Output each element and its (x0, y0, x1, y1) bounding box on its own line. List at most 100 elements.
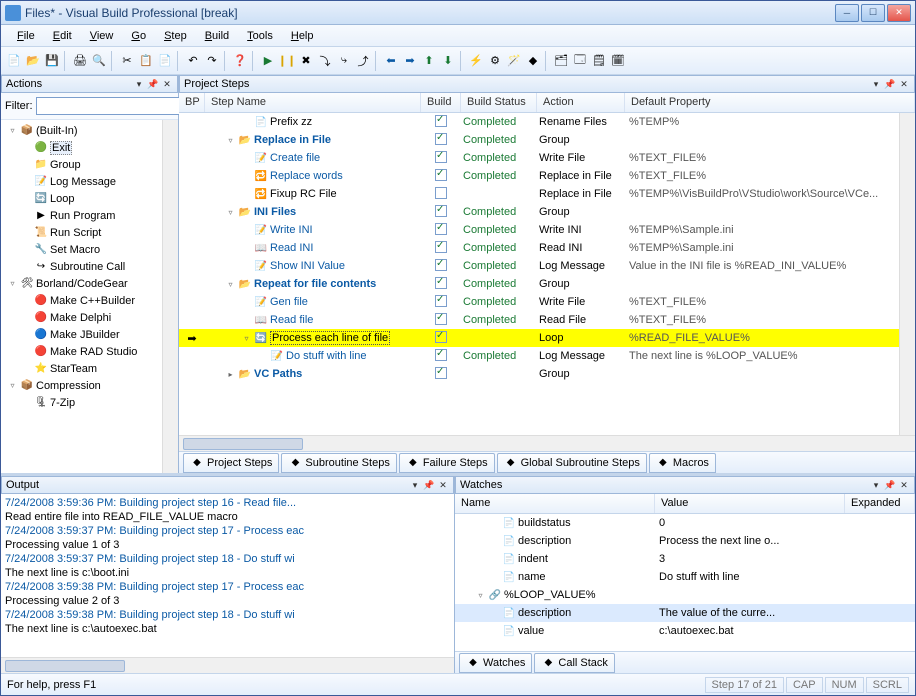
menu-edit[interactable]: Edit (45, 28, 80, 44)
watch-row[interactable]: 📄indent3 (455, 550, 915, 568)
panel1-icon[interactable]: 🗂 (552, 52, 570, 70)
panel-dropdown-icon[interactable]: ▾ (870, 479, 882, 491)
steps-scrollbar[interactable] (899, 113, 915, 435)
nav-fwd-icon[interactable]: ➡ (401, 52, 419, 70)
play-icon[interactable]: ▶ (259, 52, 277, 70)
menu-view[interactable]: View (82, 28, 122, 44)
step-row[interactable]: ▿📂Replace in FileCompletedGroup (179, 131, 899, 149)
diamond-icon[interactable]: ◆ (524, 52, 542, 70)
panel-close-icon[interactable]: ✕ (437, 479, 449, 491)
nav-down-icon[interactable]: ⬇ (439, 52, 457, 70)
watch-row[interactable]: ▿🔗%LOOP_VALUE% (455, 586, 915, 604)
step-row[interactable]: 📝Write INICompletedWrite INI%TEMP%\Sampl… (179, 221, 899, 239)
col-action[interactable]: Action (537, 93, 625, 112)
tree-node[interactable]: 🗜7-Zip (3, 394, 160, 411)
step-row[interactable]: ➡▿🔄Process each line of fileLoop%READ_FI… (179, 329, 899, 347)
col-wname[interactable]: Name (455, 494, 655, 513)
step-out-icon[interactable]: ⤴ (354, 52, 372, 70)
output-hscroll[interactable] (1, 657, 454, 673)
panel-close-icon[interactable]: ✕ (898, 78, 910, 90)
tree-node[interactable]: ↪Subroutine Call (3, 258, 160, 275)
panel-close-icon[interactable]: ✕ (898, 479, 910, 491)
panel-dropdown-icon[interactable]: ▾ (870, 78, 882, 90)
bolt-icon[interactable]: ⚡ (467, 52, 485, 70)
tree-node[interactable]: 🔴Make Delphi (3, 309, 160, 326)
step-row[interactable]: 📝Do stuff with lineCompletedLog MessageT… (179, 347, 899, 365)
col-status[interactable]: Build Status (461, 93, 537, 112)
nav-back-icon[interactable]: ⬅ (382, 52, 400, 70)
step-row[interactable]: 📝Gen fileCompletedWrite File%TEXT_FILE% (179, 293, 899, 311)
tree-node[interactable]: 🔴Make RAD Studio (3, 343, 160, 360)
watch-row[interactable]: 📄descriptionProcess the next line o... (455, 532, 915, 550)
redo-icon[interactable]: ↷ (203, 52, 221, 70)
tree-node[interactable]: ▿📦Compression (3, 377, 160, 394)
watch-row[interactable]: 📄buildstatus0 (455, 514, 915, 532)
step-row[interactable]: ▸📂VC PathsGroup (179, 365, 899, 383)
tab-watches[interactable]: ◆Watches (459, 653, 532, 673)
watch-row[interactable]: 📄descriptionThe value of the curre... (455, 604, 915, 622)
tree-node[interactable]: 📁Group (3, 156, 160, 173)
tree-node[interactable]: ▶Run Program (3, 207, 160, 224)
step-row[interactable]: ▿📂INI FilesCompletedGroup (179, 203, 899, 221)
new-icon[interactable]: 📄 (5, 52, 23, 70)
step-row[interactable]: 📖Read fileCompletedRead File%TEXT_FILE% (179, 311, 899, 329)
pause-icon[interactable]: ❙❙ (278, 52, 296, 70)
step-row[interactable]: 🔁Fixup RC FileReplace in File%TEMP%\VisB… (179, 185, 899, 203)
step-row[interactable]: 📖Read INICompletedRead INI%TEMP%\Sample.… (179, 239, 899, 257)
tab-call-stack[interactable]: ◆Call Stack (534, 653, 615, 673)
panel-pin-icon[interactable]: 📌 (884, 78, 896, 90)
close-button[interactable]: ✕ (887, 4, 911, 22)
watches-body[interactable]: 📄buildstatus0📄descriptionProcess the nex… (455, 514, 915, 651)
tree-node[interactable]: 🟢Exit (3, 139, 160, 156)
paste-icon[interactable]: 📄 (156, 52, 174, 70)
help-icon[interactable]: ❓ (231, 52, 249, 70)
menu-step[interactable]: Step (156, 28, 195, 44)
tab-macros[interactable]: ◆Macros (649, 453, 716, 473)
step-into-icon[interactable]: ⤷ (335, 52, 353, 70)
copy-icon[interactable]: 📋 (137, 52, 155, 70)
step-row[interactable]: 📝Show INI ValueCompletedLog MessageValue… (179, 257, 899, 275)
step-over-icon[interactable]: ⤵ (316, 52, 334, 70)
menu-file[interactable]: File (9, 28, 43, 44)
panel-dropdown-icon[interactable]: ▾ (409, 479, 421, 491)
tree-node[interactable]: ▿🛠Borland/CodeGear (3, 275, 160, 292)
tree-node[interactable]: 🔧Set Macro (3, 241, 160, 258)
step-row[interactable]: ▿📂Repeat for file contentsCompletedGroup (179, 275, 899, 293)
cut-icon[interactable]: ✂ (118, 52, 136, 70)
step-row[interactable]: 📝Create fileCompletedWrite File%TEXT_FIL… (179, 149, 899, 167)
col-wexp[interactable]: Expanded (845, 494, 915, 513)
menu-build[interactable]: Build (197, 28, 237, 44)
col-build[interactable]: Build (421, 93, 461, 112)
menu-help[interactable]: Help (283, 28, 322, 44)
panel-pin-icon[interactable]: 📌 (147, 78, 159, 90)
actions-tree[interactable]: ▿📦(Built-In)🟢Exit📁Group📝Log Message🔄Loop… (1, 120, 162, 473)
step-row[interactable]: 📄Prefix zzCompletedRename Files%TEMP% (179, 113, 899, 131)
panel-close-icon[interactable]: ✕ (161, 78, 173, 90)
panel3-icon[interactable]: 🗒 (590, 52, 608, 70)
panel-pin-icon[interactable]: 📌 (884, 479, 896, 491)
panel4-icon[interactable]: 🗓 (609, 52, 627, 70)
watch-row[interactable]: 📄valuec:\autoexec.bat (455, 622, 915, 640)
tree-node[interactable]: ▿📦(Built-In) (3, 122, 160, 139)
tab-project-steps[interactable]: ◆Project Steps (183, 453, 279, 473)
tree-node[interactable]: 🔵Make JBuilder (3, 326, 160, 343)
menu-tools[interactable]: Tools (239, 28, 281, 44)
stop-icon[interactable]: ✖ (297, 52, 315, 70)
save-icon[interactable]: 💾 (43, 52, 61, 70)
undo-icon[interactable]: ↶ (184, 52, 202, 70)
col-prop[interactable]: Default Property (625, 93, 915, 112)
steps-grid-body[interactable]: 📄Prefix zzCompletedRename Files%TEMP%▿📂R… (179, 113, 899, 435)
print-icon[interactable]: 🖨 (71, 52, 89, 70)
panel-dropdown-icon[interactable]: ▾ (133, 78, 145, 90)
panel2-icon[interactable]: 🗔 (571, 52, 589, 70)
nav-up-icon[interactable]: ⬆ (420, 52, 438, 70)
open-icon[interactable]: 📂 (24, 52, 42, 70)
preview-icon[interactable]: 🔍 (90, 52, 108, 70)
tree-node[interactable]: 🔄Loop (3, 190, 160, 207)
watch-row[interactable]: 📄nameDo stuff with line (455, 568, 915, 586)
actions-scrollbar[interactable] (162, 120, 178, 473)
tree-node[interactable]: ⭐StarTeam (3, 360, 160, 377)
col-name[interactable]: Step Name (205, 93, 421, 112)
minimize-button[interactable]: ─ (835, 4, 859, 22)
col-bp[interactable]: BP (179, 93, 205, 112)
